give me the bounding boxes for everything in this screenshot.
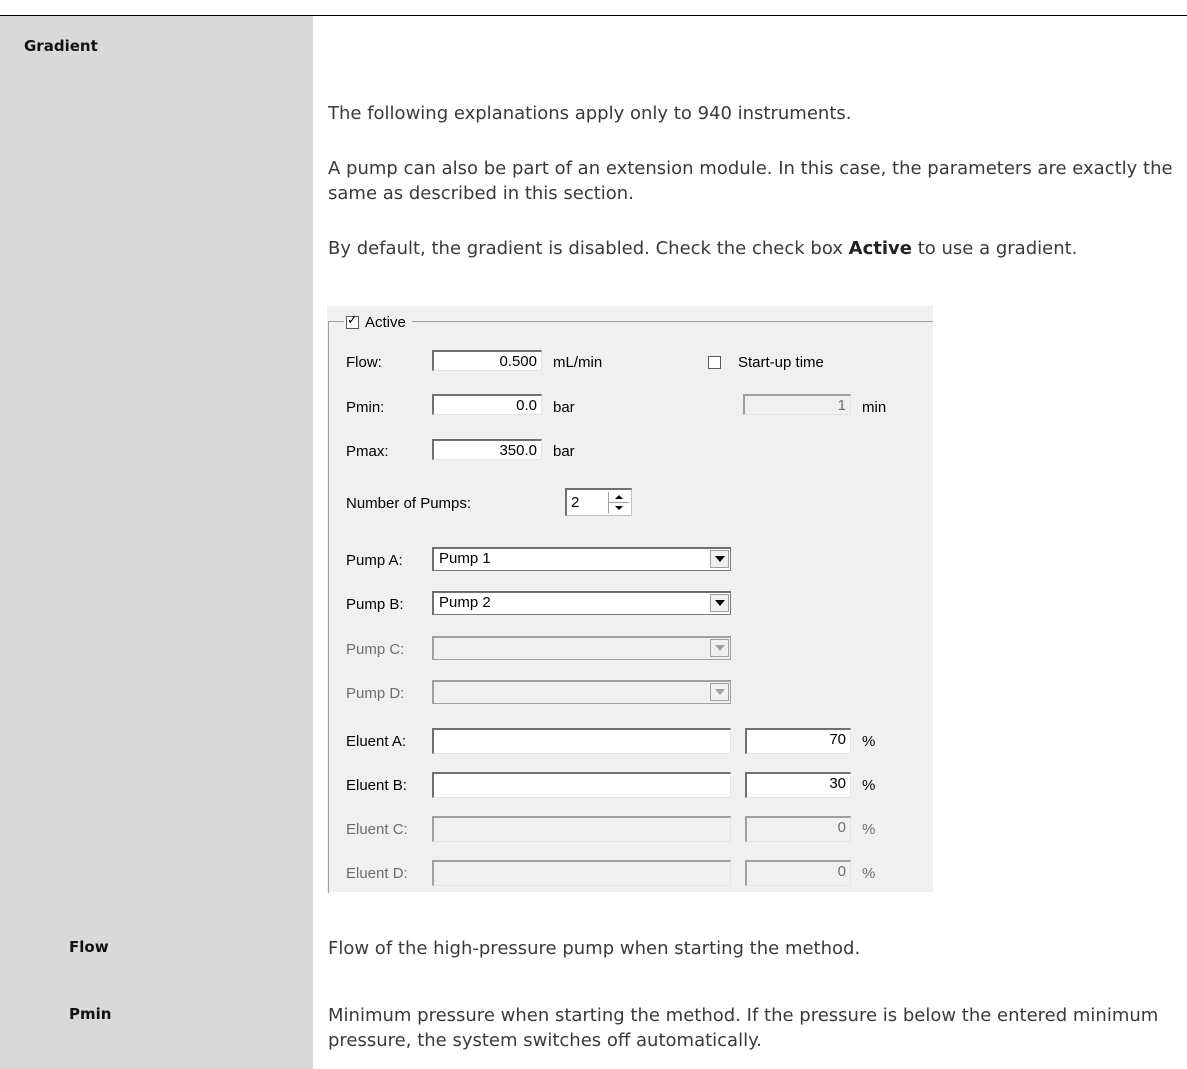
eluent-b-name-input[interactable] <box>432 772 731 798</box>
pump-c-select[interactable] <box>432 636 731 660</box>
pmin-label: Pmin: <box>346 399 385 416</box>
pump-a-label: Pump A: <box>346 552 403 569</box>
flow-heading: Flow <box>69 938 109 956</box>
flow-unit: mL/min <box>553 354 603 371</box>
active-checkbox-row[interactable]: Active <box>344 312 412 332</box>
eluent-b-unit: % <box>862 777 876 794</box>
pump-b-value: Pump 2 <box>439 594 491 611</box>
spin-down-icon[interactable] <box>609 503 629 513</box>
eluent-d-name-input[interactable] <box>432 860 731 886</box>
chevron-down-icon[interactable] <box>710 639 729 657</box>
number-of-pumps-spinner[interactable]: 2 <box>565 488 632 516</box>
startup-time-label: Start-up time <box>738 354 824 371</box>
pump-b-select[interactable]: Pump 2 <box>432 591 731 615</box>
eluent-a-name-input[interactable] <box>432 728 731 754</box>
pmax-unit: bar <box>553 443 575 460</box>
eluent-b-label: Eluent B: <box>346 777 407 794</box>
chevron-down-icon[interactable] <box>710 594 729 612</box>
startup-time-checkbox[interactable] <box>708 356 721 369</box>
eluent-a-percent-input[interactable]: 70 <box>745 728 851 754</box>
pmin-heading: Pmin <box>69 1005 112 1023</box>
extension-paragraph: A pump can also be part of an extension … <box>328 158 1173 204</box>
active-checkbox[interactable] <box>346 313 359 329</box>
spin-up-icon[interactable] <box>609 492 629 503</box>
eluent-d-unit: % <box>862 865 876 882</box>
eluent-c-percent-input[interactable]: 0 <box>745 816 851 842</box>
chevron-down-icon[interactable] <box>710 550 729 568</box>
startup-time-unit: min <box>862 399 887 416</box>
pmax-label: Pmax: <box>346 443 389 460</box>
pmax-input[interactable]: 350.0 <box>432 439 542 460</box>
pump-a-value: Pump 1 <box>439 550 491 567</box>
eluent-b-percent-input[interactable]: 30 <box>745 772 851 798</box>
flow-input[interactable]: 0.500 <box>432 350 542 371</box>
pmin-description: Minimum pressure when starting the metho… <box>328 1005 1159 1051</box>
spinner-buttons <box>608 492 629 513</box>
startup-time-input[interactable]: 1 <box>743 394 851 415</box>
active-term: Active <box>848 238 912 259</box>
intro-paragraph: The following explanations apply only to… <box>328 103 852 124</box>
eluent-d-percent-input[interactable]: 0 <box>745 860 851 886</box>
eluent-c-label: Eluent C: <box>346 821 408 838</box>
pump-a-select[interactable]: Pump 1 <box>432 547 731 571</box>
eluent-a-unit: % <box>862 733 876 750</box>
sidebar <box>0 16 313 1069</box>
pmin-unit: bar <box>553 399 575 416</box>
flow-description: Flow of the high-pressure pump when star… <box>328 938 861 959</box>
pmin-input[interactable]: 0.0 <box>432 394 542 415</box>
eluent-a-label: Eluent A: <box>346 733 407 750</box>
gradient-dialog-screenshot: Active Flow: 0.500 mL/min Start-up time … <box>327 306 933 893</box>
default-paragraph: By default, the gradient is disabled. Ch… <box>328 238 1078 259</box>
pump-c-label: Pump C: <box>346 641 405 658</box>
pump-b-label: Pump B: <box>346 596 404 613</box>
active-label: Active <box>365 313 406 331</box>
pump-d-select[interactable] <box>432 680 731 704</box>
flow-label: Flow: <box>346 354 382 371</box>
pump-d-label: Pump D: <box>346 685 405 702</box>
eluent-d-label: Eluent D: <box>346 865 408 882</box>
section-heading: Gradient <box>24 37 98 55</box>
eluent-c-unit: % <box>862 821 876 838</box>
eluent-c-name-input[interactable] <box>432 816 731 842</box>
chevron-down-icon[interactable] <box>710 683 729 701</box>
number-of-pumps-value: 2 <box>571 494 580 511</box>
number-of-pumps-label: Number of Pumps: <box>346 495 472 512</box>
